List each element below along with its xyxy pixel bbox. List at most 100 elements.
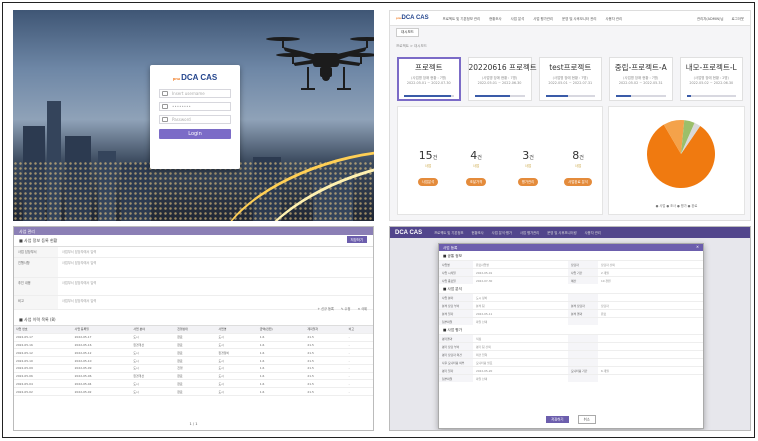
table-row[interactable]: 2022-05-02 2022-05-02 도시 완료 도시 1.6 21.5- [14, 387, 373, 397]
modal-input[interactable]: 2022-05-20 [473, 369, 568, 373]
table-row[interactable]: 2022-05-09 2022-05-09 도시 진행 도시 1.6 21.5- [14, 364, 373, 373]
modal-input[interactable]: 파일 선택 [473, 377, 568, 381]
table-cell: - [346, 379, 373, 389]
project-card[interactable]: 20220616 프로젝트 (사업명 장애 현황 : 7명) 2022.05.01… [467, 57, 537, 101]
modal-input[interactable]: 2022-05-11 [473, 312, 568, 316]
modal-input[interactable]: 의견 입력 [473, 353, 568, 357]
table-row[interactable]: 2022-05-10 2022-05-10 도시 완료 도시 1.6 21.5- [14, 356, 373, 365]
modal-input[interactable]: 파일 선택 [473, 320, 568, 324]
modal-input[interactable]: 2 개월 [598, 271, 703, 275]
table-column-header[interactable]: 사업 번호 [14, 326, 73, 334]
nav-item[interactable]: 사업 평가관리 [520, 230, 539, 235]
table-column-header[interactable]: 비고 [346, 326, 373, 334]
project-card[interactable]: test프로젝트 (사업명 장애 현황 : 7명) 2022.05.01 ~ 20… [538, 57, 602, 101]
page-header: 사업 관리 [14, 227, 373, 235]
table-toolbar: + 신규 등록 ✎ 수정 ✕ 삭제 [317, 306, 367, 311]
form-field[interactable]: 사업부서 담당자에서 입력 [58, 258, 373, 277]
modal-label [568, 351, 598, 358]
cancel-button[interactable]: 취소 [577, 414, 596, 424]
modal-input[interactable]: 2022-07-30 [473, 279, 568, 283]
edit-button[interactable]: ✎ 수정 [341, 306, 351, 311]
close-icon[interactable]: ✕ [696, 245, 699, 249]
nav-item[interactable]: 현황조사 [472, 230, 484, 235]
table-cell: 2022-05-12 [72, 348, 132, 358]
dashboard-screen: pnuDCA CAS 프로젝트 및 기본정보 관리 현황조사 사업 분석 사업 … [389, 10, 751, 221]
modal-label: 담당자 [568, 261, 598, 268]
save-button[interactable]: 저장하기 [346, 236, 367, 243]
nav-item[interactable]: 운영 및 사후모니터링 [547, 230, 576, 235]
stat-button[interactable]: 사업완료 분석 [564, 177, 592, 186]
logout-link[interactable]: 로그아웃 [732, 16, 744, 21]
modal-input[interactable]: 담당자 [598, 304, 703, 308]
section-title: ■ 사업 정보 등록 현황 저장하기 [14, 235, 373, 247]
pie-chart [647, 120, 715, 188]
modal-input[interactable]: 모니터링 필요 [473, 361, 568, 365]
table-cell: 도시 [216, 333, 258, 342]
dashboard-logo[interactable]: pnuDCA CAS [396, 15, 429, 21]
table-cell: 2022-05-17 [14, 333, 73, 342]
table-column-header[interactable]: 금액(천원) [257, 326, 306, 334]
password-input[interactable]: •••••••• [159, 102, 231, 111]
form-field[interactable]: 사업부서 담당자에서 입력 [58, 278, 373, 295]
nav-item[interactable]: 프로젝트 및 기본정보 [434, 230, 463, 235]
nav-item[interactable]: 사용자 관리 [585, 230, 601, 235]
progress-fill [404, 95, 452, 97]
nav-item[interactable]: 현황조사 [489, 16, 501, 21]
extra-input[interactable]: Password [159, 115, 231, 124]
nav-item[interactable]: 프로젝트 및 기본정보 관리 [443, 16, 481, 21]
nav-item[interactable]: 사용자 관리 [605, 16, 622, 21]
table-column-header[interactable]: 사업명 [216, 326, 258, 334]
modal-input[interactable]: 도시 정비 [473, 296, 568, 300]
table-cell: 2022-05-04 [14, 379, 73, 389]
modal-input[interactable]: 2022-05-01 [473, 271, 568, 275]
table-column-header[interactable]: 사업 분야 [131, 326, 176, 334]
table-column-header[interactable]: 계획일자 [305, 326, 347, 334]
table-cell: 도시 [131, 364, 176, 373]
modal-input[interactable]: 적정 [473, 337, 568, 341]
table-row[interactable]: 2022-05-12 2022-05-12 도시 완료 환경정비 1.6 21.5- [14, 348, 373, 358]
table-cell: 환경개선 [131, 372, 176, 381]
table-row[interactable]: 2022-05-06 2022-05-06 환경개선 완료 도시 1.6 21.5- [14, 372, 373, 381]
nav-item[interactable]: 사업 분석·평가 [492, 230, 512, 235]
project-card[interactable]: 내모-프로젝트-L (사업명 장애 현황 : 2명) 2022.05.02 ~ 2… [679, 57, 743, 101]
nav-item[interactable]: 사업 평가관리 [533, 16, 553, 21]
table-column-header[interactable]: 사업 등록일 [72, 326, 132, 334]
modal-input[interactable]: 분석 팀 [473, 304, 568, 308]
table-cell: 1.6 [257, 372, 306, 381]
tab-dashboard[interactable]: 대시보드 [396, 28, 419, 37]
table-cell: 21.5 [305, 372, 347, 381]
modal-input[interactable]: 담당자 선택 [598, 263, 703, 267]
history-table: 사업 번호 사업 등록일 사업 분야 진행상태 사업명 금액(천원) 계획일자 비고 2022… [14, 326, 373, 397]
table-row[interactable]: 2022-05-16 2022-05-16 환경개선 완료 도시 1.6 21.5- [14, 341, 373, 350]
modal-input[interactable]: 완료사업명 [473, 263, 568, 267]
nav-item[interactable]: 사업 분석 [511, 16, 525, 21]
modal-form-row: 평가 일자 2022-05-20 모니터링 기간 6 개월 [439, 366, 703, 374]
modal-label: 평가 담당 부서 [439, 343, 473, 350]
stat-button[interactable]: 조달가격 [465, 177, 487, 186]
stat-button[interactable]: 사업분석 [417, 177, 439, 186]
table-cell: 환경개선 [131, 341, 176, 350]
delete-button[interactable]: ✕ 삭제 [357, 306, 367, 311]
modal-input[interactable]: 평가 팀 선택 [473, 345, 568, 349]
table-row[interactable]: 2022-05-04 2022-05-04 도시 완료 도시 1.6 21.5- [14, 379, 373, 389]
nav-item[interactable]: 운영 및 사후모니터 관리 [562, 16, 596, 21]
username-input[interactable]: Insert username [159, 89, 231, 98]
section-title: ■ 사업 이력 목록 (8) [14, 314, 373, 326]
project-card[interactable]: 중립-프로젝트-A (사업명 장애 현황 : 7명) 2022.05.02 ~ 2… [609, 57, 673, 101]
modal-input[interactable]: 완료 [598, 312, 703, 316]
table-cell: 도시 [131, 333, 176, 342]
list-screen: 사업 관리 ■ 사업 정보 등록 현황 저장하기 사업 담당부서 사업부서 담당자… [13, 226, 374, 431]
save-button[interactable]: 저장하기 [546, 415, 569, 423]
stat-button[interactable]: 평가관리 [517, 177, 539, 186]
table-row[interactable]: 2022-05-17 2022-05-17 도시 완료 도시 1.6 21.5- [14, 333, 373, 342]
app-logo[interactable]: DCA CAS [395, 230, 422, 236]
pagination[interactable]: 1 / 1 [14, 422, 373, 426]
login-button[interactable]: Login [159, 129, 231, 139]
project-card[interactable]: 프로젝트 (사업명 장애 현황 : 7명) 2022.05.01 ~ 2022.0… [397, 57, 461, 101]
modal-input[interactable]: 6 개월 [598, 369, 703, 373]
form-field[interactable]: 사업부서 담당자에서 입력 [58, 247, 373, 257]
add-button[interactable]: + 신규 등록 [317, 306, 333, 311]
table-cell: - [346, 333, 373, 342]
modal-input[interactable]: 10 천원 [598, 279, 703, 283]
table-column-header[interactable]: 진행상태 [175, 326, 217, 334]
